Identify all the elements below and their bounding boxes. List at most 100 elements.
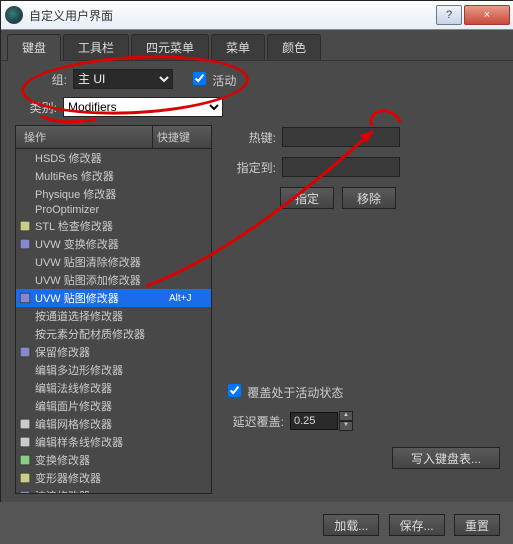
category-label: 类别:	[21, 99, 57, 116]
col-shortcut[interactable]: 快捷键	[153, 126, 211, 148]
active-checkbox[interactable]	[193, 72, 206, 85]
list-item[interactable]: ProOptimizer	[16, 203, 211, 217]
list-item[interactable]: 保留修改器	[16, 343, 211, 361]
save-button[interactable]: 保存...	[389, 514, 445, 536]
group-label: 组:	[35, 71, 67, 88]
hotkey-label: 热键:	[224, 129, 276, 146]
item-name: 变形器修改器	[35, 470, 169, 486]
col-action[interactable]: 操作	[16, 126, 153, 148]
modifier-icon	[18, 204, 32, 216]
item-name: STL 检查修改器	[35, 218, 169, 234]
item-shortcut: Alt+J	[169, 293, 209, 304]
list-item[interactable]: HSDS 修改器	[16, 149, 211, 167]
modifier-icon	[18, 418, 32, 430]
list-item[interactable]: UVW 变换修改器	[16, 235, 211, 253]
tab-keyboard[interactable]: 键盘	[7, 34, 61, 61]
spin-up-icon[interactable]: ▲	[339, 411, 353, 421]
close-button[interactable]: ×	[464, 5, 510, 25]
item-name: 编辑多边形修改器	[35, 362, 169, 378]
list-item[interactable]: STL 检查修改器	[16, 217, 211, 235]
item-name: 保留修改器	[35, 344, 169, 360]
list-body[interactable]: HSDS 修改器 MultiRes 修改器 Physique 修改器 ProOptim…	[16, 149, 211, 493]
modifier-icon	[18, 490, 32, 493]
tab-quadmenu[interactable]: 四元菜单	[131, 34, 209, 60]
list-item[interactable]: UVW 贴图清除修改器	[16, 253, 211, 271]
item-name: 编辑网格修改器	[35, 416, 169, 432]
item-name: Physique 修改器	[35, 186, 169, 202]
window: 自定义用户界面 ? × 键盘 工具栏 四元菜单 菜单 颜色 组: 主 UI 活动…	[0, 0, 513, 502]
modifier-icon	[18, 292, 32, 304]
modifier-icon	[18, 310, 32, 322]
modifier-icon	[18, 436, 32, 448]
remove-button[interactable]: 移除	[342, 187, 396, 209]
list-item[interactable]: 按通道选择修改器	[16, 307, 211, 325]
tab-menu[interactable]: 菜单	[211, 34, 265, 60]
load-button[interactable]: 加载...	[323, 514, 379, 536]
list-item[interactable]: 变形器修改器	[16, 469, 211, 487]
item-name: UVW 变换修改器	[35, 236, 169, 252]
list-item[interactable]: 编辑多边形修改器	[16, 361, 211, 379]
override-checkbox-label[interactable]: 覆盖处于活动状态	[224, 386, 343, 400]
window-title: 自定义用户界面	[29, 7, 436, 24]
list-item[interactable]: 编辑网格修改器	[16, 415, 211, 433]
action-list: 操作 快捷键 HSDS 修改器 MultiRes 修改器 Physique 修改器 P…	[15, 125, 212, 494]
item-name: 按元素分配材质修改器	[35, 326, 169, 342]
delay-label: 延迟覆盖:	[224, 413, 284, 430]
category-select[interactable]: Modifiers	[63, 97, 223, 117]
list-item[interactable]: UVW 贴图修改器Alt+J	[16, 289, 211, 307]
modifier-icon	[18, 188, 32, 200]
modifier-icon	[18, 274, 32, 286]
assign-to-input[interactable]	[282, 157, 400, 177]
modifier-icon	[18, 364, 32, 376]
help-button[interactable]: ?	[436, 5, 462, 25]
assign-to-label: 指定到:	[224, 159, 276, 176]
item-name: 按通道选择修改器	[35, 308, 169, 324]
item-name: 变换修改器	[35, 452, 169, 468]
list-item[interactable]: 编辑样条线修改器	[16, 433, 211, 451]
list-item[interactable]: 编辑面片修改器	[16, 397, 211, 415]
list-item[interactable]: MultiRes 修改器	[16, 167, 211, 185]
modifier-icon	[18, 382, 32, 394]
list-item[interactable]: Physique 修改器	[16, 185, 211, 203]
list-item[interactable]: UVW 贴图添加修改器	[16, 271, 211, 289]
hotkey-input[interactable]	[282, 127, 400, 147]
app-icon	[5, 6, 23, 24]
modifier-icon	[18, 454, 32, 466]
assign-button[interactable]: 指定	[280, 187, 334, 209]
active-checkbox-label[interactable]: 活动	[189, 69, 236, 89]
modifier-icon	[18, 152, 32, 164]
item-name: 编辑面片修改器	[35, 398, 169, 414]
modifier-icon	[18, 256, 32, 268]
item-name: HSDS 修改器	[35, 150, 169, 166]
list-item[interactable]: 编辑法线修改器	[16, 379, 211, 397]
item-name: 编辑样条线修改器	[35, 434, 169, 450]
item-name: ProOptimizer	[35, 204, 169, 216]
reset-button[interactable]: 重置	[454, 514, 500, 536]
modifier-icon	[18, 328, 32, 340]
titlebar[interactable]: 自定义用户界面 ? ×	[1, 1, 513, 30]
modifier-icon	[18, 346, 32, 358]
group-select[interactable]: 主 UI	[73, 69, 173, 89]
tabs: 键盘 工具栏 四元菜单 菜单 颜色	[1, 30, 513, 61]
item-name: UVW 贴图修改器	[35, 290, 169, 306]
override-checkbox[interactable]	[228, 384, 241, 397]
spin-down-icon[interactable]: ▼	[339, 421, 353, 431]
modifier-icon	[18, 220, 32, 232]
item-name: 编辑法线修改器	[35, 380, 169, 396]
tab-color[interactable]: 颜色	[267, 34, 321, 60]
item-name: 波浪修改器	[35, 488, 169, 493]
list-item[interactable]: 波浪修改器	[16, 487, 211, 493]
tab-toolbar[interactable]: 工具栏	[63, 34, 129, 60]
modifier-icon	[18, 400, 32, 412]
item-name: UVW 贴图清除修改器	[35, 254, 169, 270]
list-item[interactable]: 按元素分配材质修改器	[16, 325, 211, 343]
item-name: UVW 贴图添加修改器	[35, 272, 169, 288]
delay-spinner[interactable]: ▲▼	[290, 411, 353, 431]
delay-input[interactable]	[290, 412, 338, 430]
modifier-icon	[18, 170, 32, 182]
list-item[interactable]: 变换修改器	[16, 451, 211, 469]
modifier-icon	[18, 472, 32, 484]
item-name: MultiRes 修改器	[35, 168, 169, 184]
modifier-icon	[18, 238, 32, 250]
write-keyboard-button[interactable]: 写入键盘表...	[392, 447, 500, 469]
